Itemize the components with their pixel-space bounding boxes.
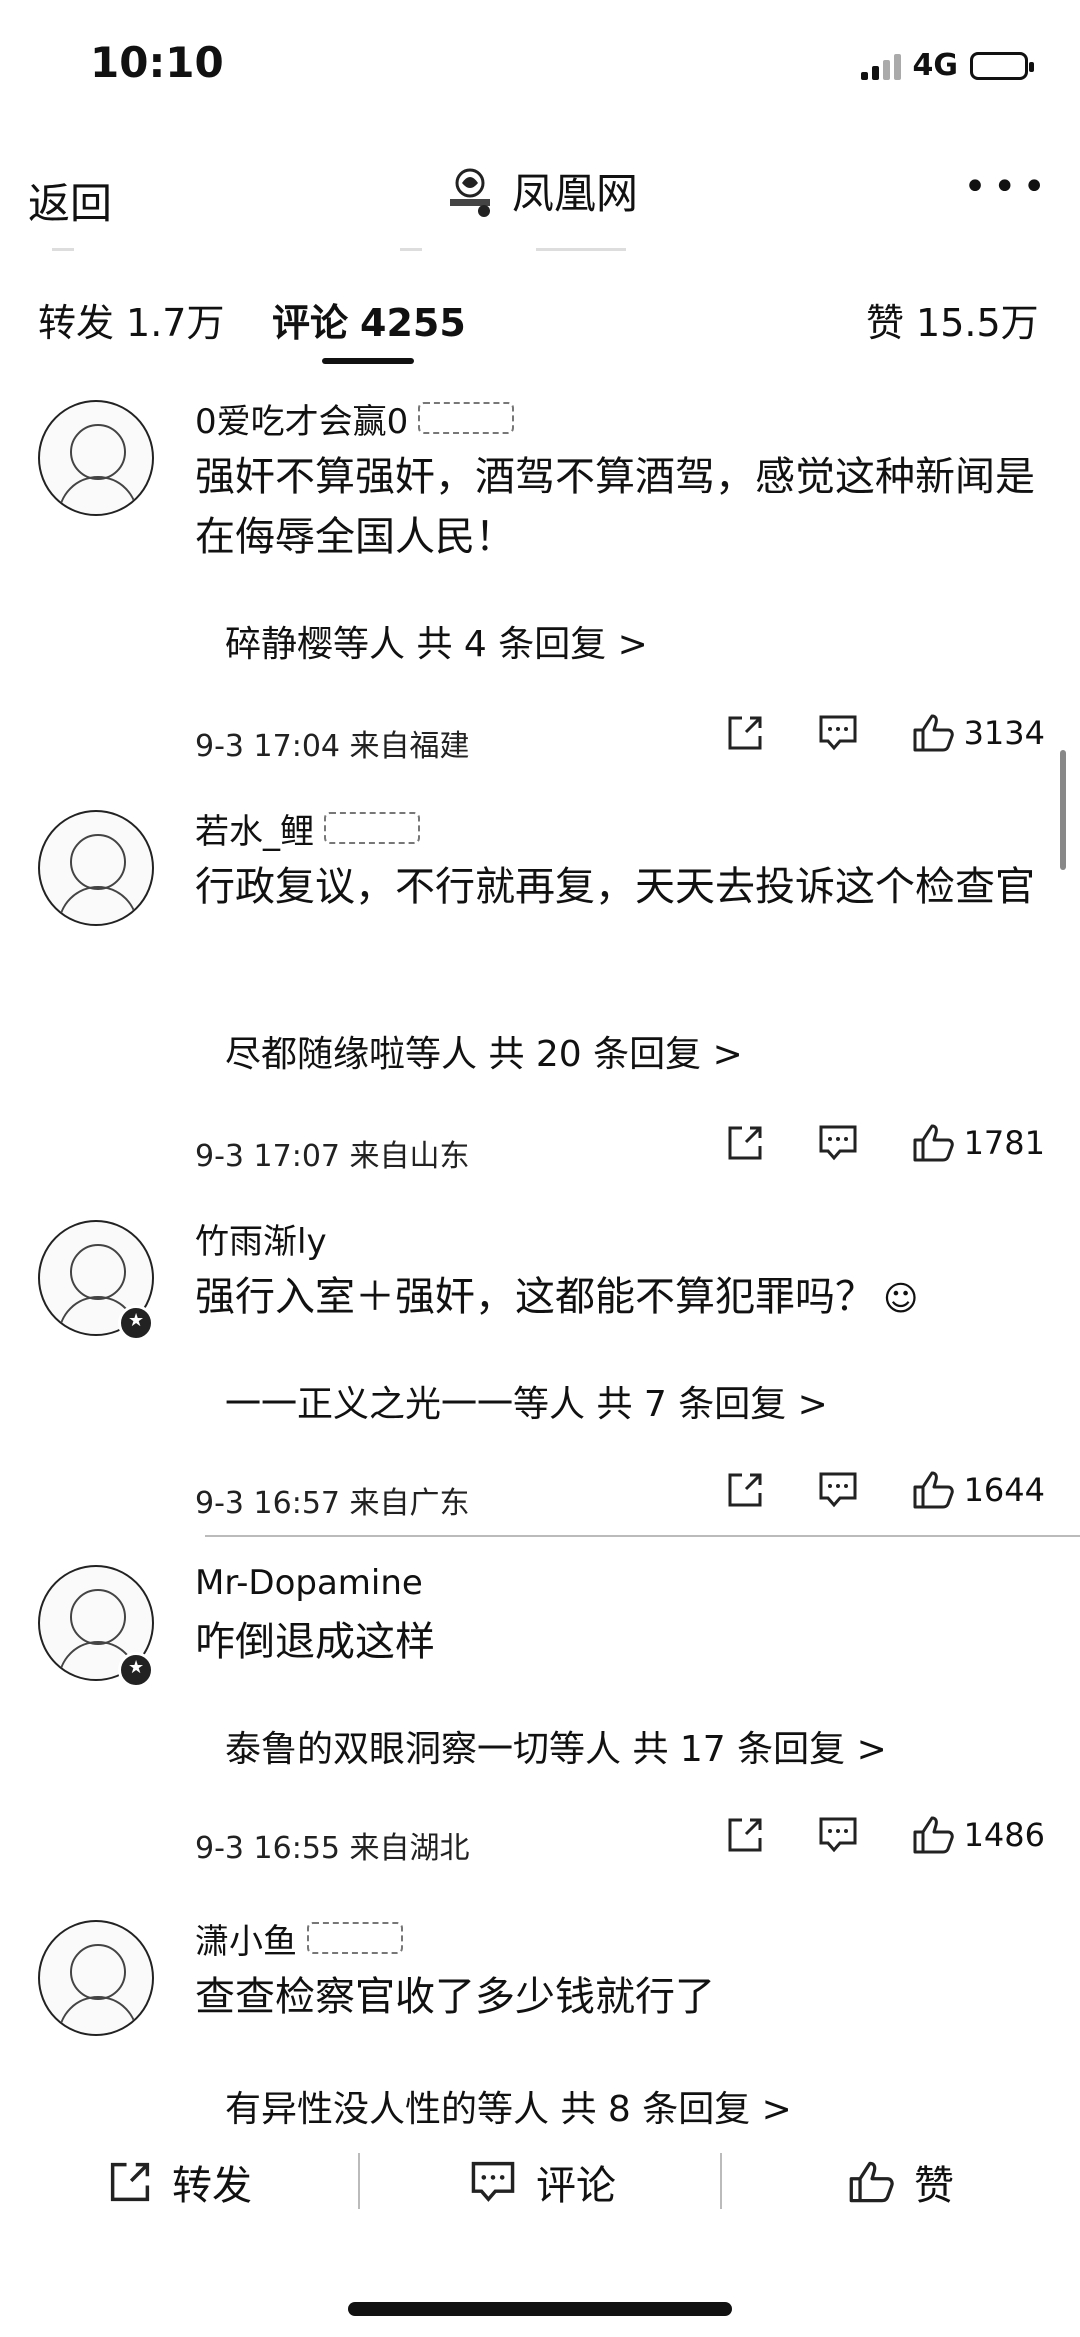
- like-icon[interactable]: [912, 713, 954, 753]
- replies-link[interactable]: 碎静樱等人 共 4 条回复 >: [225, 615, 648, 667]
- like-icon[interactable]: [912, 1123, 954, 1163]
- comment-text: 强奸不算强奸，酒驾不算酒驾，感觉这种新闻是在侮辱全国人民！: [195, 454, 1035, 560]
- user-level-tag: [307, 1922, 403, 1954]
- comment-label: 评论: [536, 2163, 616, 2209]
- share-icon[interactable]: [726, 1816, 764, 1854]
- tab-active-indicator: [322, 358, 414, 364]
- comment-text: 查查检察官收了多少钱就行了: [195, 1974, 715, 2020]
- status-icons: 4G: [860, 48, 1034, 83]
- comment-item: 若水_鲤 行政复议，不行就再复，天天去投诉这个检查官 尽都随缘啦等人 共 20 …: [0, 805, 1080, 1200]
- comment-button[interactable]: 评论: [470, 2153, 616, 2211]
- comment-item: 潇小鱼 查查检察官收了多少钱就行了 有异性没人性的等人 共 8 条回复 >: [0, 1915, 1080, 2145]
- avatar[interactable]: [38, 400, 154, 516]
- reply-icon[interactable]: [818, 1816, 858, 1854]
- tab-repost-label: 转发: [38, 301, 115, 345]
- comment-text: 咋倒退成这样: [195, 1619, 435, 1665]
- replies-link[interactable]: 泰鲁的双眼洞察一切等人 共 17 条回复 >: [225, 1720, 887, 1772]
- reply-icon[interactable]: [818, 714, 858, 752]
- like-label: 赞: [914, 2163, 954, 2209]
- reply-icon[interactable]: [818, 1471, 858, 1509]
- share-icon[interactable]: [726, 714, 764, 752]
- emoji-icon: ☺: [883, 1279, 919, 1319]
- signal-icon: [860, 52, 901, 80]
- stats-tabs: 转发 1.7万 评论 4255 赞 15.5万: [0, 282, 1080, 372]
- comment-time-location: 9-3 17:04 来自福建: [195, 729, 470, 764]
- nav-divider: [536, 248, 626, 251]
- home-indicator: [348, 2302, 732, 2316]
- replies-link[interactable]: 有异性没人性的等人 共 8 条回复 >: [225, 2080, 792, 2132]
- comment-icon: [470, 2160, 516, 2204]
- avatar[interactable]: [38, 810, 154, 926]
- back-button[interactable]: 返回: [28, 170, 112, 231]
- battery-icon: [970, 51, 1034, 80]
- like-icon[interactable]: [912, 1815, 954, 1855]
- repost-button[interactable]: 转发: [108, 2153, 252, 2211]
- avatar[interactable]: [38, 1920, 154, 2036]
- comment-time-location: 9-3 17:07 来自山东: [195, 1139, 470, 1174]
- username[interactable]: 若水_鲤: [195, 804, 314, 853]
- comment-item: 竹雨渐ly 强行入室＋强奸，这都能不算犯罪吗？☺ 一一正义之光一一等人 共 7 …: [0, 1215, 1080, 1550]
- reply-icon[interactable]: [818, 1124, 858, 1162]
- brand-name: 凤凰网: [512, 169, 639, 218]
- comment-meta: 9-3 17:04 来自福建 3134: [195, 713, 1045, 764]
- comment-divider: [205, 1535, 1080, 1537]
- more-button[interactable]: •••: [963, 164, 1052, 210]
- share-icon[interactable]: [726, 1471, 764, 1509]
- username[interactable]: 0爱吃才会赢0: [195, 394, 408, 443]
- like-count: 1644: [963, 1471, 1045, 1509]
- replies-link[interactable]: 尽都随缘啦等人 共 20 条回复 >: [225, 1025, 743, 1077]
- like-count: 1781: [963, 1124, 1045, 1162]
- like-count: 1486: [963, 1816, 1045, 1854]
- tab-comment-label: 评论: [272, 301, 349, 345]
- comment-meta: 9-3 17:07 来自山东 1781: [195, 1123, 1045, 1174]
- like-count: 3134: [963, 714, 1045, 752]
- comment-meta: 9-3 16:55 来自湖北 1486: [195, 1815, 1045, 1866]
- bottom-separator: [720, 2153, 722, 2209]
- username[interactable]: 竹雨渐ly: [195, 1214, 327, 1263]
- replies-link[interactable]: 一一正义之光一一等人 共 7 条回复 >: [225, 1375, 828, 1427]
- status-time: 10:10: [90, 38, 224, 87]
- brand: 凤凰网: [442, 160, 638, 221]
- comment-text: 强行入室＋强奸，这都能不算犯罪吗？: [195, 1274, 875, 1320]
- nav-divider: [400, 248, 422, 251]
- bottom-separator: [358, 2153, 360, 2209]
- tab-repost-count: 1.7万: [126, 301, 225, 345]
- like-button[interactable]: 赞: [848, 2153, 954, 2211]
- comment-time-location: 9-3 16:57 来自广东: [195, 1486, 470, 1521]
- share-icon[interactable]: [726, 1124, 764, 1162]
- nav-divider: [52, 248, 74, 251]
- verified-badge-icon: [118, 1305, 154, 1341]
- verified-badge-icon: [118, 1652, 154, 1688]
- tab-comment-count: 4255: [360, 301, 466, 345]
- bottom-action-bar: 转发 评论 赞: [0, 2135, 1080, 2225]
- like-icon: [848, 2160, 894, 2204]
- ifeng-logo-icon: [442, 163, 498, 219]
- user-level-tag: [418, 402, 515, 434]
- user-level-tag: [324, 812, 420, 844]
- share-icon: [108, 2160, 152, 2204]
- comment-item: Mr-Dopamine 咋倒退成这样 泰鲁的双眼洞察一切等人 共 17 条回复 …: [0, 1560, 1080, 1910]
- repost-label: 转发: [172, 2163, 252, 2209]
- comment-meta: 9-3 16:57 来自广东 1644: [195, 1470, 1045, 1521]
- tab-like-label: 赞: [866, 301, 905, 345]
- status-bar: 10:10 4G: [0, 0, 1080, 120]
- username[interactable]: Mr-Dopamine: [195, 1563, 423, 1603]
- username[interactable]: 潇小鱼: [195, 1914, 297, 1963]
- comment-text: 行政复议，不行就再复，天天去投诉这个检查官: [195, 864, 1035, 910]
- tab-like[interactable]: 赞 15.5万: [866, 292, 1039, 347]
- comment-item: 0爱吃才会赢0 强奸不算强奸，酒驾不算酒驾，感觉这种新闻是在侮辱全国人民！ 碎静…: [0, 395, 1080, 790]
- tab-like-count: 15.5万: [916, 301, 1039, 345]
- tab-comment[interactable]: 评论 4255: [272, 292, 466, 347]
- tab-repost[interactable]: 转发 1.7万: [38, 292, 224, 347]
- scrollbar[interactable]: [1060, 750, 1066, 870]
- nav-bar: 返回 凤凰网 •••: [0, 150, 1080, 240]
- comment-time-location: 9-3 16:55 来自湖北: [195, 1831, 470, 1866]
- network-type: 4G: [912, 48, 959, 83]
- like-icon[interactable]: [912, 1470, 954, 1510]
